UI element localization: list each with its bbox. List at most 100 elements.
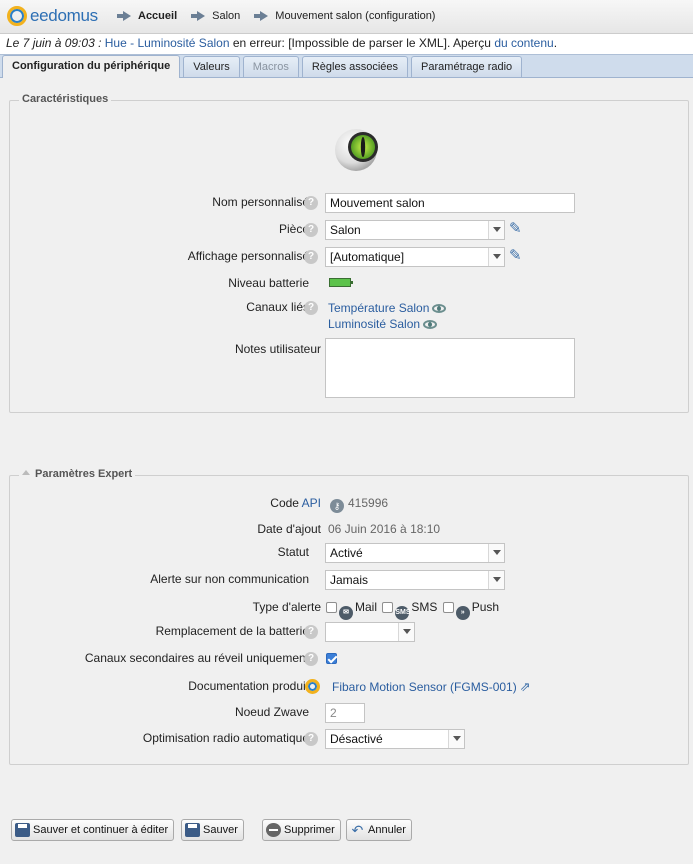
documentation-link[interactable]: Fibaro Motion Sensor (FGMS-001)	[332, 680, 517, 694]
row-name: Nom personnalisé ?	[9, 193, 689, 213]
external-link-icon[interactable]: ⇗	[520, 679, 531, 695]
secondary-channels-checkbox[interactable]	[326, 653, 337, 664]
code-label: Code API	[270, 496, 321, 510]
help-icon[interactable]: ?	[304, 250, 318, 264]
key-icon: ⚷	[330, 499, 344, 513]
mail-icon: ✉	[339, 606, 353, 620]
breadcrumb: Accueil Salon Mouvement salon (configura…	[117, 10, 449, 22]
tab-regles[interactable]: Règles associées	[301, 56, 409, 77]
name-label: Nom personnalisé	[212, 195, 309, 209]
tab-valeurs[interactable]: Valeurs	[183, 56, 240, 77]
documentation-label: Documentation produit	[188, 679, 309, 693]
row-date: Date d'ajout 06 Juin 2016 à 18:10	[9, 520, 689, 540]
alert-label: Alerte sur non communication	[150, 572, 309, 586]
room-select[interactable]: Salon	[325, 220, 505, 240]
notice-date: Le 7 juin à 09:03 :	[6, 36, 102, 50]
sms-icon: SMS	[395, 606, 411, 620]
row-alert-type: Type d'alerte ✉ Mail SMSSMS » Push	[9, 598, 689, 620]
notes-label: Notes utilisateur	[234, 342, 321, 356]
chevron-down-icon	[448, 730, 464, 748]
expert-legend[interactable]: Paramètres Expert	[19, 468, 136, 480]
display-label: Affichage personnalisé	[187, 249, 309, 263]
eye-icon[interactable]	[423, 320, 438, 329]
row-radio-optim: Optimisation radio automatique ? Désacti…	[9, 729, 689, 749]
date-value: 06 Juin 2016 à 18:10	[328, 522, 441, 536]
row-alert: Alerte sur non communication Jamais	[9, 570, 689, 590]
cancel-button[interactable]: ↶ Annuler	[346, 819, 412, 841]
row-secondary-channels: Canaux secondaires au réveil uniquement …	[9, 649, 689, 669]
channels-label: Canaux liés	[246, 300, 309, 314]
notice-device-link[interactable]: Hue - Luminosité Salon	[105, 36, 230, 50]
collapse-triangle-icon	[22, 470, 30, 475]
row-code: Code API ⚷ 415996	[9, 494, 689, 514]
name-input[interactable]	[325, 193, 575, 213]
eedomus-logo[interactable]: eedomus	[7, 6, 98, 26]
status-select[interactable]: Activé	[325, 543, 505, 563]
edit-room-pencil-icon[interactable]: ✎	[509, 221, 525, 237]
date-label: Date d'ajout	[257, 522, 321, 536]
chevron-down-icon	[488, 544, 504, 562]
breadcrumb-item-accueil[interactable]: Accueil	[117, 10, 177, 22]
delete-button[interactable]: Supprimer	[262, 819, 341, 841]
chevron-down-icon	[398, 623, 414, 641]
row-node: Noeud Zwave	[9, 703, 689, 723]
node-input[interactable]	[325, 703, 365, 723]
row-status: Statut Activé	[9, 543, 689, 563]
help-icon[interactable]: ?	[304, 301, 318, 315]
error-notice: Le 7 juin à 09:03 : Hue - Luminosité Sal…	[0, 34, 693, 54]
battery-full-icon	[329, 278, 353, 287]
documentation-logo-icon	[305, 679, 320, 694]
battery-replacement-label: Remplacement de la batterie	[155, 624, 309, 638]
help-icon[interactable]: ?	[304, 652, 318, 666]
sms-checkbox[interactable]	[382, 602, 394, 613]
breadcrumb-item-current: Mouvement salon (configuration)	[254, 10, 435, 22]
code-value: 415996	[348, 496, 389, 510]
help-icon[interactable]: ?	[304, 196, 318, 210]
row-room: Pièce ? Salon ✎	[9, 220, 689, 240]
mail-checkbox[interactable]	[326, 602, 337, 613]
battery-replacement-select[interactable]	[325, 622, 415, 642]
alert-type-label: Type d'alerte	[252, 600, 321, 614]
notice-content-link[interactable]: du contenu	[494, 36, 553, 50]
status-label: Statut	[277, 545, 309, 559]
notes-textarea[interactable]	[325, 338, 575, 398]
channel-link-luminosite[interactable]: Luminosité Salon	[328, 317, 420, 331]
tab-configuration[interactable]: Configuration du périphérique	[2, 55, 181, 78]
row-channels: Canaux liés ? Température Salon Luminosi…	[9, 298, 689, 334]
radio-optim-select[interactable]: Désactivé	[325, 729, 465, 749]
push-checkbox[interactable]	[442, 602, 454, 613]
save-button[interactable]: Sauver	[181, 819, 244, 841]
tab-parametrage-radio[interactable]: Paramétrage radio	[411, 56, 523, 77]
logo-ring-icon	[7, 6, 27, 26]
chevron-down-icon	[488, 571, 504, 589]
edit-display-pencil-icon[interactable]: ✎	[509, 248, 525, 264]
eye-icon[interactable]	[432, 304, 447, 313]
radio-optim-label: Optimisation radio automatique	[142, 731, 309, 745]
save-continue-button[interactable]: Sauver et continuer à éditer	[11, 819, 175, 841]
row-notes: Notes utilisateur	[9, 338, 689, 404]
top-bar: eedomus Accueil Salon Mouvement salon (c…	[0, 0, 693, 34]
floppy-disk-icon	[185, 823, 200, 837]
motion-sensor-icon	[335, 129, 378, 171]
chevron-down-icon	[488, 248, 504, 266]
secondary-channels-label: Canaux secondaires au réveil uniquement	[84, 651, 309, 665]
battery-label: Niveau batterie	[228, 276, 309, 290]
tab-bar: Configuration du périphérique Valeurs Ma…	[0, 54, 693, 78]
undo-arrow-icon: ↶	[351, 822, 364, 838]
floppy-disk-icon	[15, 823, 30, 837]
row-battery: Niveau batterie	[9, 274, 689, 294]
channel-link-temperature[interactable]: Température Salon	[328, 301, 429, 315]
api-link[interactable]: API	[302, 496, 321, 510]
row-battery-replacement: Remplacement de la batterie ?	[9, 622, 689, 642]
brand-name: eedomus	[30, 6, 98, 25]
notice-message: en erreur: [Impossible de parser le XML]…	[232, 36, 491, 50]
help-icon[interactable]: ?	[304, 223, 318, 237]
alert-select[interactable]: Jamais	[325, 570, 505, 590]
node-label: Noeud Zwave	[234, 705, 309, 719]
display-select[interactable]: [Automatique]	[325, 247, 505, 267]
help-icon[interactable]: ?	[304, 625, 318, 639]
breadcrumb-item-salon[interactable]: Salon	[191, 10, 240, 22]
push-icon: »	[455, 606, 470, 620]
minus-circle-icon	[266, 823, 281, 837]
help-icon[interactable]: ?	[304, 732, 318, 746]
